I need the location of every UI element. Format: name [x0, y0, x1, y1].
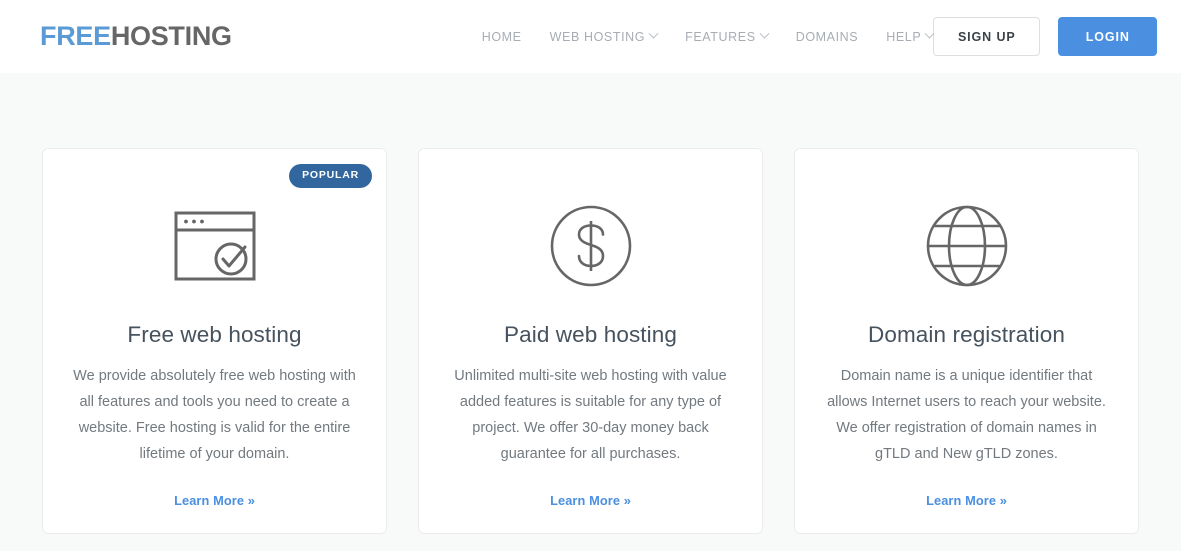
nav-item-label: HELP — [886, 29, 922, 44]
card-free-web-hosting[interactable]: POPULAR Free web hosting We provide abso… — [42, 148, 387, 534]
card-title: Paid web hosting — [504, 322, 677, 347]
main-navigation: HOME WEB HOSTING FEATURES DOMAINS HELP — [482, 28, 935, 44]
nav-item-web-hosting[interactable]: WEB HOSTING — [549, 28, 659, 44]
card-domain-registration[interactable]: Domain registration Domain name is a uni… — [794, 148, 1139, 534]
nav-item-label: FEATURES — [685, 29, 756, 44]
chevron-down-icon — [648, 28, 659, 39]
nav-item-label: DOMAINS — [795, 29, 859, 44]
site-header: FREEHOSTING HOME WEB HOSTING FEATURES DO… — [0, 0, 1181, 73]
card-paid-web-hosting[interactable]: Paid web hosting Unlimited multi-site we… — [418, 148, 763, 534]
nav-item-help[interactable]: HELP — [886, 28, 935, 44]
main-content: POPULAR Free web hosting We provide abso… — [0, 73, 1181, 534]
card-description: Unlimited multi-site web hosting with va… — [454, 368, 727, 462]
card-title: Domain registration — [868, 322, 1065, 347]
chevron-down-icon — [759, 28, 770, 39]
status-badge-popular: POPULAR — [289, 164, 372, 188]
feature-cards-row: POPULAR Free web hosting We provide abso… — [42, 148, 1139, 534]
header-actions: SIGN UP LOGIN — [933, 17, 1158, 56]
nav-item-home[interactable]: HOME — [482, 30, 522, 44]
nav-item-label: WEB HOSTING — [549, 29, 646, 44]
learn-more-link[interactable]: Learn More » — [926, 493, 1007, 508]
card-description: We provide absolutely free web hosting w… — [73, 368, 356, 462]
dollar-circle-icon — [549, 203, 633, 289]
sign-up-button[interactable]: SIGN UP — [933, 17, 1041, 56]
site-logo[interactable]: FREEHOSTING — [40, 21, 232, 52]
nav-item-label: HOME — [481, 29, 522, 44]
globe-icon — [925, 203, 1009, 289]
logo-text-free: FREE — [40, 21, 111, 51]
learn-more-link[interactable]: Learn More » — [550, 493, 631, 508]
card-title: Free web hosting — [127, 322, 302, 347]
card-description: Domain name is a unique identifier that … — [827, 368, 1106, 462]
nav-item-features[interactable]: FEATURES — [685, 28, 770, 44]
nav-item-domains[interactable]: DOMAINS — [796, 30, 859, 44]
learn-more-link[interactable]: Learn More » — [174, 493, 255, 508]
browser-window-check-icon — [173, 203, 257, 289]
login-button[interactable]: LOGIN — [1058, 17, 1158, 56]
logo-text-hosting: HOSTING — [110, 21, 232, 51]
